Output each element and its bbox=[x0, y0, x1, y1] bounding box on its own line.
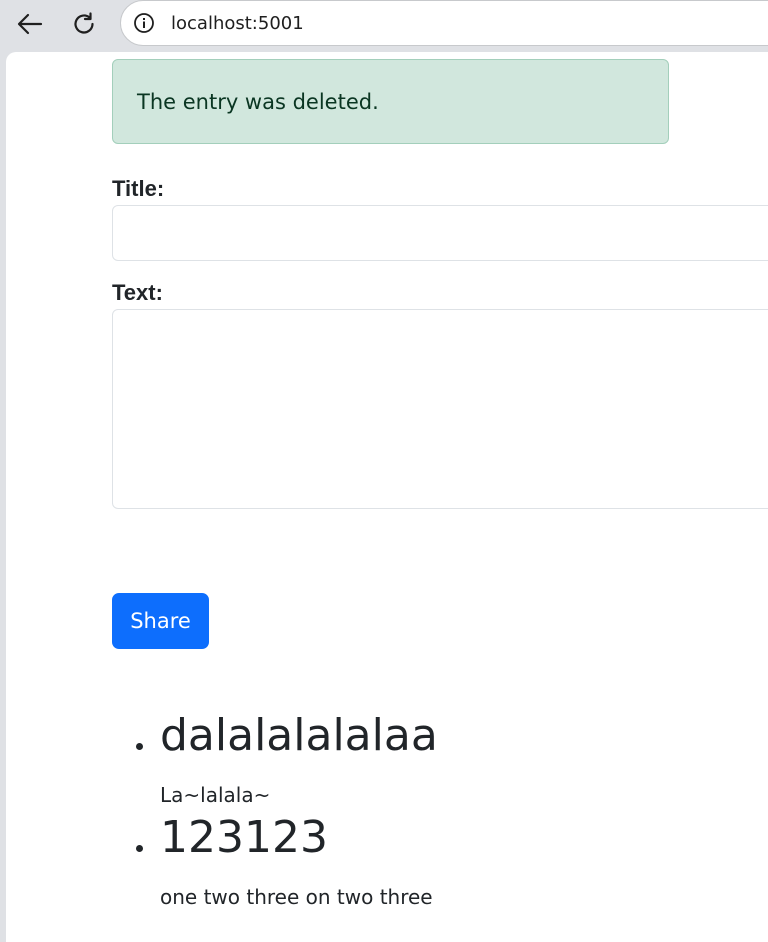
arrow-left-icon bbox=[17, 13, 43, 35]
browser-toolbar: localhost:5001 bbox=[0, 0, 768, 52]
text-textarea[interactable] bbox=[112, 309, 768, 509]
address-bar[interactable]: localhost:5001 bbox=[120, 0, 768, 46]
entry-title: 123123 bbox=[160, 812, 328, 863]
success-alert: The entry was deleted. bbox=[112, 59, 669, 144]
title-label: Title: bbox=[112, 176, 165, 201]
list-item: 123123 one two three on two three bbox=[112, 810, 438, 912]
reload-icon bbox=[74, 12, 94, 34]
title-input[interactable] bbox=[112, 205, 768, 261]
text-label: Text: bbox=[112, 280, 163, 305]
back-button[interactable] bbox=[10, 4, 50, 44]
share-button[interactable]: Share bbox=[112, 593, 209, 649]
bullet-icon bbox=[136, 845, 143, 852]
site-info-icon[interactable] bbox=[133, 12, 155, 34]
reload-button[interactable] bbox=[64, 4, 104, 44]
entry-title: dalalalalalaa bbox=[160, 710, 438, 761]
url-text[interactable]: localhost:5001 bbox=[171, 12, 304, 36]
page-viewport: The entry was deleted. Title: Text: Shar… bbox=[6, 52, 768, 942]
entry-text: one two three on two three bbox=[160, 885, 433, 909]
bullet-icon bbox=[136, 743, 143, 750]
entries-list: dalalalalalaa La~lalala~ 123123 one two … bbox=[112, 708, 438, 912]
entry-text: La~lalala~ bbox=[160, 783, 271, 807]
list-item: dalalalalalaa La~lalala~ bbox=[112, 708, 438, 810]
